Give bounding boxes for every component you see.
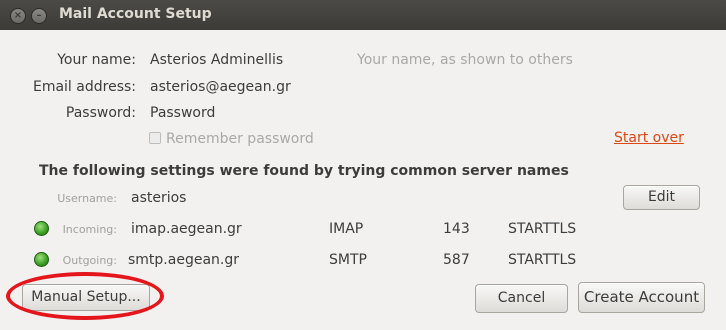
name-field[interactable]: Asterios Adminellis — [150, 52, 283, 68]
remember-password-checkbox[interactable] — [149, 132, 161, 144]
incoming-security: STARTTLS — [508, 221, 577, 237]
outgoing-port: 587 — [443, 252, 470, 268]
incoming-label: Incoming: — [62, 223, 117, 236]
edit-button[interactable]: Edit — [623, 185, 700, 210]
email-label: Email address: — [32, 79, 136, 95]
found-settings-heading: The following settings were found by try… — [39, 163, 569, 179]
username-value: asterios — [131, 190, 187, 206]
incoming-protocol: IMAP — [329, 221, 364, 237]
cancel-button[interactable]: Cancel — [475, 284, 568, 313]
window-title: Mail Account Setup — [59, 6, 212, 22]
outgoing-label: Outgoing: — [62, 254, 117, 267]
outgoing-security: STARTTLS — [508, 252, 577, 268]
outgoing-protocol: SMTP — [329, 252, 367, 268]
name-hint: Your name, as shown to others — [357, 52, 573, 68]
username-label: Username: — [57, 192, 117, 205]
close-icon[interactable]: × — [10, 8, 26, 24]
password-field[interactable]: Password — [150, 105, 215, 121]
create-account-button[interactable]: Create Account — [578, 282, 705, 313]
remember-password-label: Remember password — [166, 131, 314, 147]
minimize-icon[interactable]: – — [31, 8, 47, 24]
password-label: Password: — [65, 105, 136, 121]
title-bar: × – Mail Account Setup — [0, 0, 726, 30]
outgoing-server: smtp.aegean.gr — [128, 252, 239, 268]
start-over-link[interactable]: Start over — [614, 130, 684, 146]
email-field[interactable]: asterios@aegean.gr — [150, 79, 291, 95]
name-label: Your name: — [57, 52, 136, 68]
incoming-server: imap.aegean.gr — [131, 221, 242, 237]
annotation-ellipse — [6, 272, 164, 320]
incoming-port: 143 — [443, 221, 470, 237]
